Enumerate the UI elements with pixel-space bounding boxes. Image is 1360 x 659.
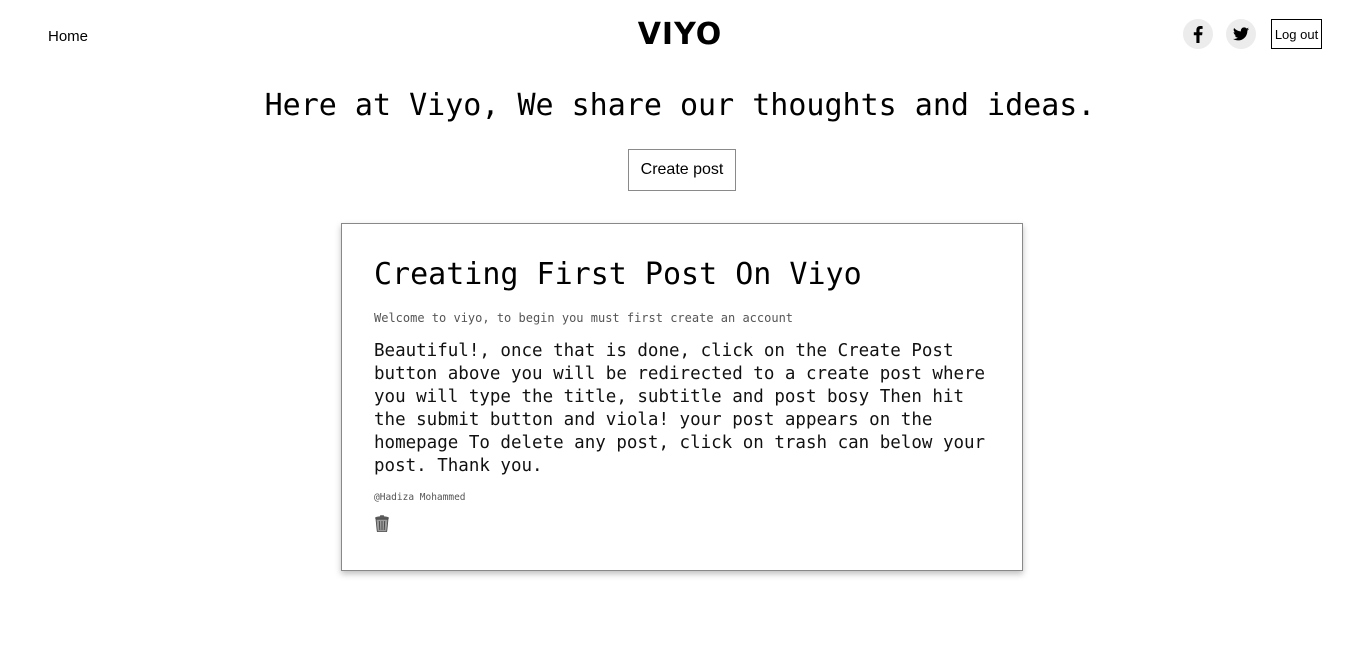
create-post-button[interactable]: Create post bbox=[628, 149, 736, 191]
logout-button[interactable]: Log out bbox=[1271, 19, 1322, 49]
site-header: Home VIYO Log out bbox=[0, 0, 1360, 72]
post-body: Beautiful!, once that is done, click on … bbox=[374, 341, 986, 476]
post-author: @Hadiza Mohammed bbox=[374, 492, 466, 503]
twitter-icon bbox=[1233, 27, 1249, 41]
facebook-button[interactable] bbox=[1183, 19, 1213, 49]
post-title[interactable]: Creating First Post On Viyo bbox=[374, 254, 990, 296]
delete-post-button[interactable] bbox=[374, 515, 390, 537]
post-subtitle: Welcome to viyo, to begin you must first… bbox=[374, 311, 794, 325]
facebook-icon bbox=[1193, 25, 1203, 43]
trash-icon bbox=[375, 515, 389, 533]
post-card: Creating First Post On Viyo Welcome to v… bbox=[341, 223, 1023, 571]
twitter-button[interactable] bbox=[1226, 19, 1256, 49]
page-tagline: Here at Viyo, We share our thoughts and … bbox=[264, 88, 1096, 123]
site-logo[interactable]: VIYO bbox=[0, 16, 1360, 54]
